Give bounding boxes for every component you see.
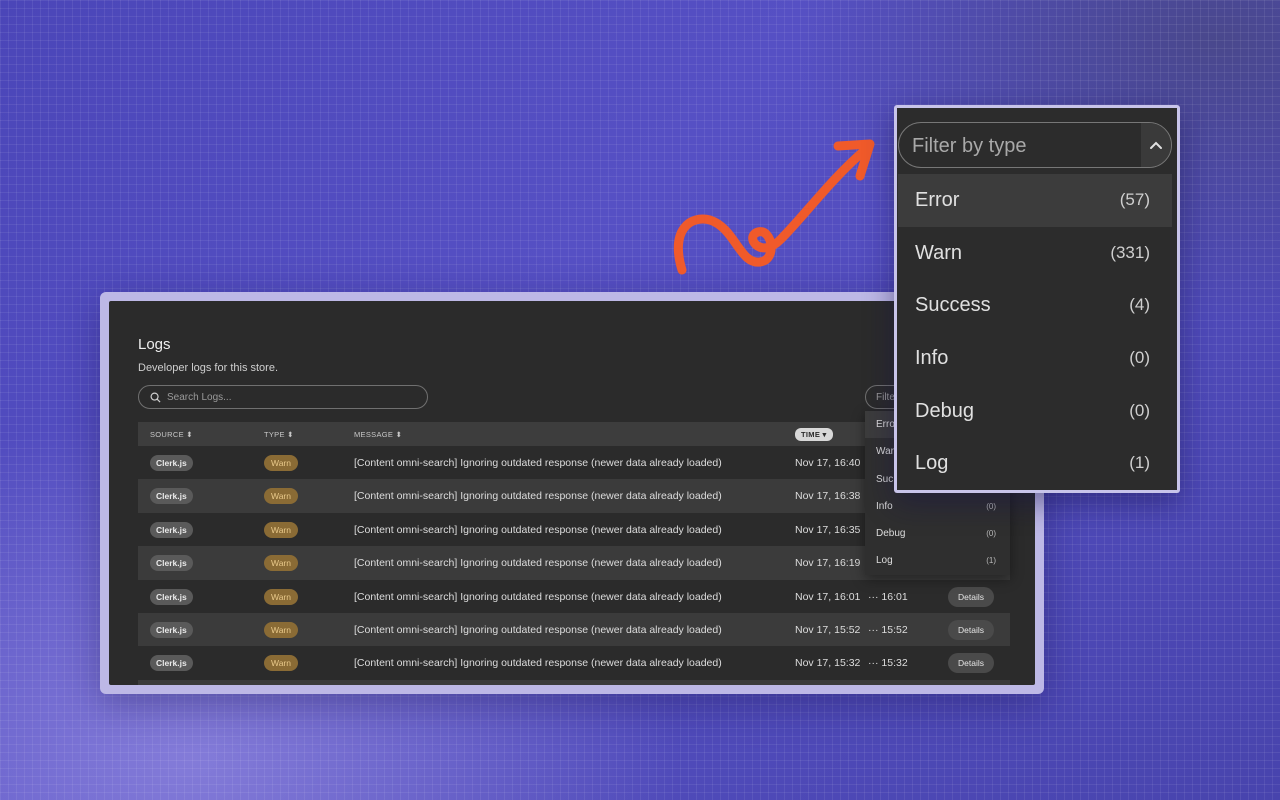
log-time: Nov 17, 15:32 [795, 657, 861, 670]
filter-option-label: Erro [876, 419, 895, 430]
source-badge: Clerk.js [150, 488, 193, 505]
filter-option-label: Info [915, 347, 949, 370]
filter-option-count: (57) [1119, 190, 1150, 209]
type-badge: Warn [264, 488, 298, 505]
log-time: Nov 17, 16:40 [795, 457, 861, 469]
filter-option-count: (1) [1129, 453, 1150, 473]
filter-option-info[interactable]: Info (0) [898, 332, 1172, 385]
type-badge: Warn [264, 588, 298, 605]
log-message: [Content omni-search] Ignoring outdated … [354, 557, 722, 570]
filter-option-info[interactable]: Info (0) [865, 493, 1010, 520]
chevron-up-icon[interactable] [1141, 123, 1171, 167]
search-input[interactable] [167, 391, 407, 403]
log-time: Nov 17, 16:35 [795, 523, 861, 536]
filter-options-list: Error (57) Warn (331) Success (4) Info (… [898, 174, 1172, 490]
type-badge: Warn [264, 555, 298, 572]
log-time-short: ··· 16:01 [868, 590, 908, 603]
log-message: [Content omni-search] Ignoring outdated … [354, 490, 722, 503]
log-message: [Content omni-search] Ignoring outdated … [354, 457, 722, 469]
filter-option-label: War [876, 446, 894, 458]
type-badge: Warn [264, 655, 298, 672]
filter-option-label: Debug [915, 399, 974, 422]
filter-option-log[interactable]: Log (1) [865, 547, 1010, 574]
source-badge: Clerk.js [150, 521, 193, 538]
source-badge: Clerk.js [150, 555, 193, 572]
table-row[interactable]: Clerk.js Warn [Content omni-search] Igno… [138, 580, 1010, 613]
page-title: Logs [138, 336, 171, 353]
type-badge: Warn [264, 521, 298, 538]
filter-option-label: Error [915, 189, 960, 211]
source-badge: Clerk.js [150, 621, 193, 638]
log-time-short: ··· 15:32 [868, 657, 908, 670]
filter-option-debug[interactable]: Debug (0) [865, 520, 1010, 547]
search-icon [150, 392, 161, 403]
filter-by-type-select[interactable]: Filter by type [898, 122, 1172, 168]
log-time: Nov 17, 15:52 [795, 623, 861, 636]
details-button[interactable]: Details [948, 586, 994, 607]
source-badge: Clerk.js [150, 588, 193, 605]
filter-option-count: (0) [1129, 348, 1150, 368]
log-time: Nov 17, 16:01 [795, 590, 861, 603]
filter-option-count: (331) [1110, 242, 1150, 262]
log-message: [Content omni-search] Ignoring outdated … [354, 523, 722, 536]
details-button[interactable]: Details [948, 653, 994, 674]
filter-option-count: (4) [1129, 295, 1150, 315]
log-time-short: ··· 15:52 [868, 623, 908, 636]
type-badge: Warn [264, 621, 298, 638]
filter-option-label: Suc [876, 473, 894, 485]
filter-option-error[interactable]: Error (57) [898, 174, 1172, 227]
log-message: [Content omni-search] Ignoring outdated … [354, 657, 722, 670]
filter-option-count: (1) [986, 556, 996, 566]
filter-select-placeholder: Filter by type [912, 135, 1027, 157]
zoomed-filter-panel: Filter by type Error (57) Warn (331) Suc… [897, 108, 1177, 490]
callout-arrow-icon [673, 139, 875, 275]
table-row[interactable] [138, 679, 1010, 685]
log-message: [Content omni-search] Ignoring outdated … [354, 590, 722, 603]
filter-option-label: Log [876, 555, 893, 567]
zoomed-filter-frame: Filter by type Error (57) Warn (331) Suc… [894, 105, 1180, 493]
type-badge: Warn [264, 455, 298, 471]
column-header-message[interactable]: MESSAGE ⬍ [354, 430, 402, 439]
table-row[interactable]: Clerk.js Warn [Content omni-search] Igno… [138, 646, 1010, 679]
filter-option-warn[interactable]: Warn (331) [898, 227, 1172, 280]
log-time: Nov 17, 16:38 [795, 490, 861, 503]
filter-option-success[interactable]: Success (4) [898, 279, 1172, 332]
column-header-time[interactable]: TIME ▾ [795, 428, 833, 441]
filter-option-count: (0) [986, 529, 996, 539]
filter-option-label: Debug [876, 528, 906, 540]
log-message: [Content omni-search] Ignoring outdated … [354, 623, 722, 636]
filter-option-count: (0) [986, 501, 996, 511]
details-button[interactable]: Details [948, 619, 994, 640]
filter-option-label: Log [915, 452, 949, 475]
filter-option-label: Warn [915, 241, 963, 264]
log-time: Nov 17, 16:19 [795, 557, 861, 570]
filter-option-label: Info [876, 500, 893, 512]
source-badge: Clerk.js [150, 455, 193, 471]
column-header-type[interactable]: TYPE ⬍ [264, 430, 294, 439]
source-badge: Clerk.js [150, 655, 193, 672]
page-subtitle: Developer logs for this store. [138, 362, 279, 374]
search-box[interactable] [138, 385, 428, 409]
filter-option-log[interactable]: Log (1) [898, 437, 1172, 490]
column-header-source[interactable]: SOURCE ⬍ [150, 430, 193, 439]
filter-option-debug[interactable]: Debug (0) [898, 385, 1172, 438]
filter-option-count: (0) [1129, 400, 1150, 420]
table-row[interactable]: Clerk.js Warn [Content omni-search] Igno… [138, 612, 1010, 647]
filter-option-label: Success [915, 294, 991, 317]
